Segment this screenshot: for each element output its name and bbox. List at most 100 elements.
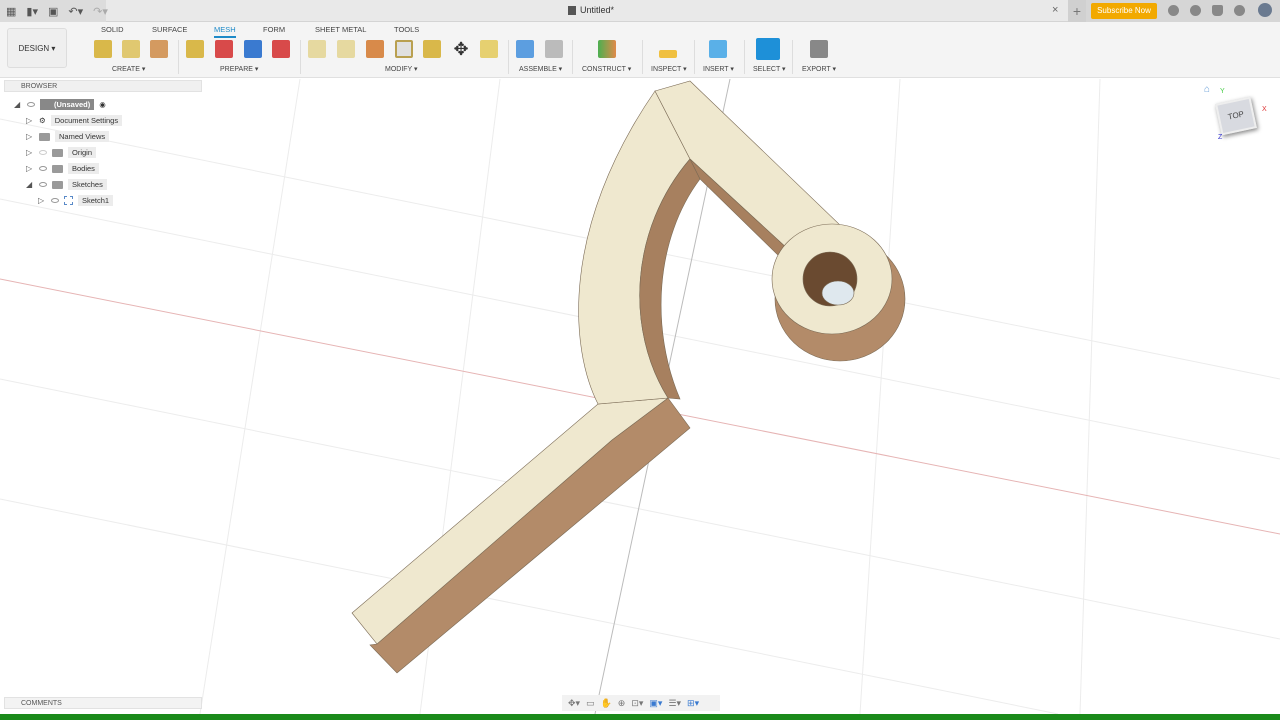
convert-mesh-icon[interactable] xyxy=(480,40,498,58)
display-settings-icon[interactable]: ▣▾ xyxy=(649,698,662,709)
tree-item-document-settings[interactable]: ▷ ⚙ Document Settings xyxy=(26,114,123,127)
export-icon[interactable] xyxy=(810,40,828,58)
title-bar: ▦ ▮▾ ▣ ↶▾ ↷▾ Untitled* × + Subscribe Now xyxy=(0,0,1280,22)
mesh-body[interactable] xyxy=(351,80,906,674)
redo-icon[interactable]: ↷▾ xyxy=(93,5,108,18)
insert-image-icon[interactable] xyxy=(709,40,727,58)
document-title: Untitled* xyxy=(580,5,615,15)
close-tab-icon[interactable]: × xyxy=(1052,4,1058,16)
create-menu[interactable]: CREATE ▾ xyxy=(112,65,145,73)
expand-icon[interactable]: ▷ xyxy=(38,196,46,205)
tree-item-origin[interactable]: ▷ Origin xyxy=(26,146,97,159)
inspect-menu[interactable]: INSPECT ▾ xyxy=(651,65,687,73)
new-component-icon[interactable] xyxy=(516,40,534,58)
folder-icon xyxy=(52,164,63,173)
measure-icon[interactable] xyxy=(659,50,677,58)
select-icon[interactable] xyxy=(756,38,780,60)
expand-icon[interactable]: ▷ xyxy=(26,116,34,125)
expand-icon[interactable]: ▷ xyxy=(26,164,34,173)
subscribe-button[interactable]: Subscribe Now xyxy=(1091,3,1157,19)
grid-settings-icon[interactable]: ☰▾ xyxy=(668,698,681,709)
tree-label: Bodies xyxy=(68,163,99,174)
construct-menu[interactable]: CONSTRUCT ▾ xyxy=(582,65,631,73)
expand-icon[interactable]: ▷ xyxy=(26,148,34,157)
tessellate-icon[interactable] xyxy=(150,40,168,58)
job-status-icon[interactable] xyxy=(1190,5,1201,16)
orbit-icon[interactable]: ✥▾ xyxy=(568,698,580,709)
pan-icon[interactable]: ✋ xyxy=(601,698,612,709)
tree-item-root[interactable]: ◢ (Unsaved) ◉ xyxy=(14,98,106,111)
eye-hidden-icon[interactable] xyxy=(39,150,47,155)
move-icon[interactable]: ✥ xyxy=(452,40,470,58)
expand-icon[interactable]: ▷ xyxy=(26,132,34,141)
sketch-icon xyxy=(64,196,73,205)
home-view-icon[interactable]: ⌂ xyxy=(1204,84,1210,95)
tree-label: Sketches xyxy=(68,179,107,190)
look-at-icon[interactable]: ▭ xyxy=(586,698,595,709)
tree-item-bodies[interactable]: ▷ Bodies xyxy=(26,162,99,175)
undo-icon[interactable]: ↶▾ xyxy=(68,5,83,18)
modify-menu[interactable]: MODIFY ▾ xyxy=(385,65,418,73)
workspace-switcher[interactable]: DESIGN ▾ xyxy=(7,28,67,68)
zoom-icon[interactable]: ⊕ xyxy=(618,698,626,709)
eye-icon[interactable] xyxy=(51,198,59,203)
toolbar: DESIGN ▾ SOLID SURFACE MESH FORM SHEET M… xyxy=(0,22,1280,78)
fit-icon[interactable]: ⊡▾ xyxy=(631,698,643,709)
select-menu[interactable]: SELECT ▾ xyxy=(753,65,786,73)
assemble-menu[interactable]: ASSEMBLE ▾ xyxy=(519,65,562,73)
help-icon[interactable] xyxy=(1234,5,1245,16)
eye-icon[interactable] xyxy=(39,182,47,187)
avatar[interactable] xyxy=(1258,3,1272,17)
tab-form[interactable]: FORM xyxy=(263,25,285,34)
shell-icon[interactable] xyxy=(395,40,413,58)
tab-solid[interactable]: SOLID xyxy=(101,25,124,34)
tab-mesh[interactable]: MESH xyxy=(214,25,236,38)
active-radio-icon[interactable]: ◉ xyxy=(99,100,106,109)
tab-surface[interactable]: SURFACE xyxy=(152,25,187,34)
folder-icon xyxy=(39,132,50,141)
export-menu[interactable]: EXPORT ▾ xyxy=(802,65,836,73)
remesh-icon[interactable] xyxy=(308,40,326,58)
joint-icon[interactable] xyxy=(545,40,563,58)
prepare-menu[interactable]: PREPARE ▾ xyxy=(220,65,258,73)
document-tab[interactable]: Untitled* xyxy=(568,5,614,15)
eye-icon[interactable] xyxy=(27,102,35,107)
insert-menu[interactable]: INSERT ▾ xyxy=(703,65,734,73)
folder-icon xyxy=(52,180,63,189)
save-icon[interactable]: ▣ xyxy=(48,5,58,18)
view-cube-face[interactable]: TOP xyxy=(1227,109,1245,121)
combine-icon[interactable] xyxy=(423,40,441,58)
add-face-group-icon[interactable] xyxy=(272,40,290,58)
browser-panel-header[interactable]: BROWSER xyxy=(4,80,202,92)
tree-item-named-views[interactable]: ▷ Named Views xyxy=(26,130,110,143)
notifications-icon[interactable] xyxy=(1212,5,1223,16)
collapse-icon[interactable]: ◢ xyxy=(14,100,22,109)
comments-title: COMMENTS xyxy=(21,700,62,707)
insert-mesh-icon[interactable] xyxy=(94,40,112,58)
app-grid-icon[interactable]: ▦ xyxy=(6,5,16,18)
status-bar xyxy=(0,714,1280,720)
generate-face-groups-icon[interactable] xyxy=(215,40,233,58)
tab-tools[interactable]: TOOLS xyxy=(394,25,419,34)
3d-viewport[interactable] xyxy=(0,79,1280,714)
quick-access-bar: ▦ ▮▾ ▣ ↶▾ ↷▾ xyxy=(0,0,108,22)
comments-panel-header[interactable]: COMMENTS xyxy=(4,697,202,709)
tab-sheet-metal[interactable]: SHEET METAL xyxy=(315,25,366,34)
plane-cut-icon[interactable] xyxy=(366,40,384,58)
navigation-bar: ✥▾ ▭ ✋ ⊕ ⊡▾ ▣▾ ☰▾ ⊞▾ xyxy=(562,695,720,711)
viewports-icon[interactable]: ⊞▾ xyxy=(687,698,699,709)
tree-item-sketch1[interactable]: ▷ Sketch1 xyxy=(38,194,114,207)
file-menu-icon[interactable]: ▮▾ xyxy=(26,5,38,18)
repair-icon[interactable] xyxy=(186,40,204,58)
new-tab-button[interactable]: + xyxy=(1068,0,1086,22)
collapse-icon[interactable]: ◢ xyxy=(26,180,34,189)
tree-item-sketches[interactable]: ◢ Sketches xyxy=(26,178,107,191)
tree-label: Named Views xyxy=(55,131,110,142)
offset-plane-icon[interactable] xyxy=(598,40,616,58)
combine-face-groups-icon[interactable] xyxy=(244,40,262,58)
create-form-mesh-icon[interactable] xyxy=(122,40,140,58)
root-label: (Unsaved) xyxy=(40,99,95,110)
reduce-icon[interactable] xyxy=(337,40,355,58)
eye-icon[interactable] xyxy=(39,166,47,171)
extensions-icon[interactable] xyxy=(1168,5,1179,16)
